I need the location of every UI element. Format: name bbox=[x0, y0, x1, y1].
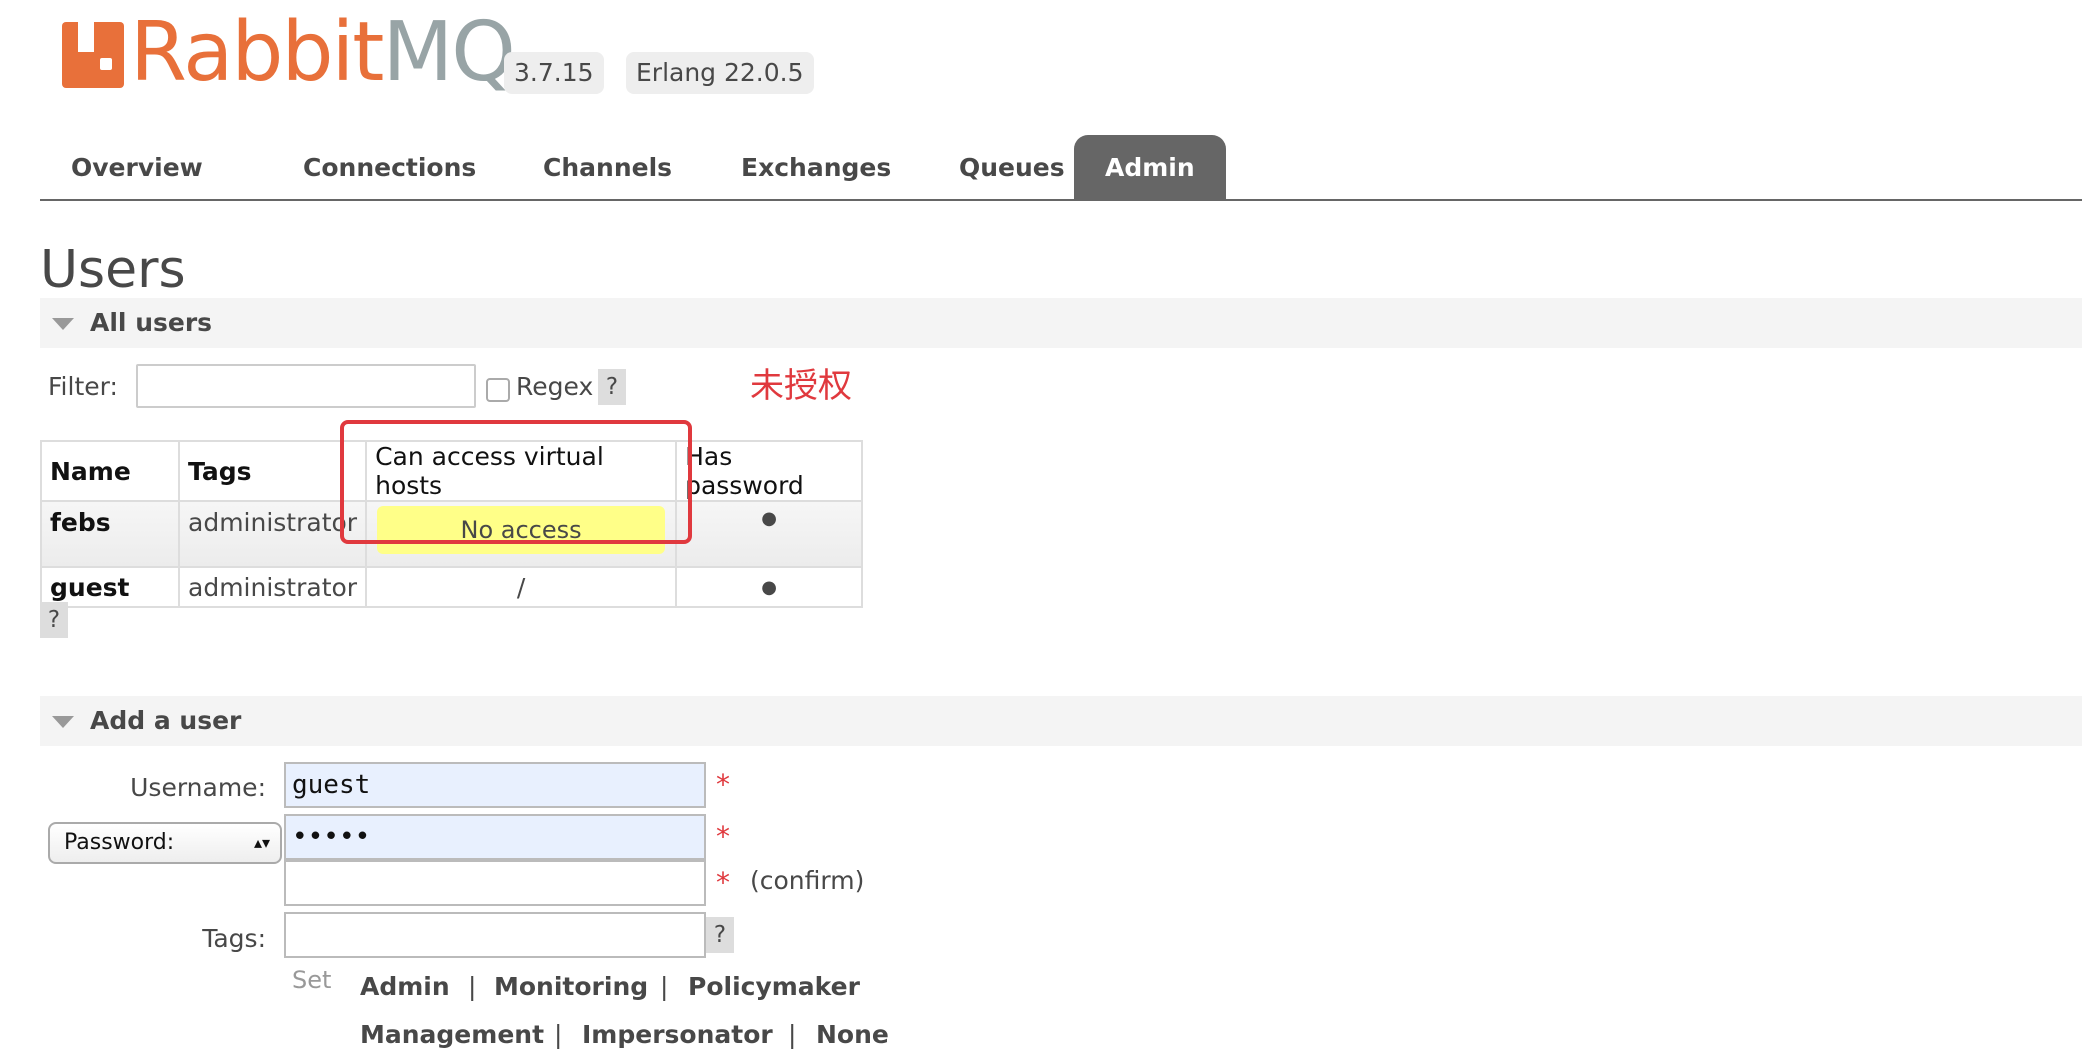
required-marker: * bbox=[716, 866, 730, 899]
filter-help-button[interactable]: ? bbox=[598, 369, 626, 405]
column-header-name[interactable]: Name bbox=[40, 440, 180, 502]
password-confirm-field[interactable] bbox=[284, 860, 706, 906]
page-title: Users bbox=[40, 240, 186, 300]
separator: | bbox=[468, 972, 477, 1001]
add-user-section-label: Add a user bbox=[90, 706, 242, 735]
annotation-highlight-box bbox=[340, 420, 692, 544]
separator: | bbox=[554, 1020, 563, 1049]
tag-option-none[interactable]: None bbox=[816, 1020, 889, 1049]
rabbitmq-logo-icon bbox=[62, 22, 124, 88]
user-name-link[interactable]: febs bbox=[40, 500, 180, 568]
tab-queues[interactable]: Queues bbox=[928, 135, 1096, 199]
main-nav-tabs: Overview Connections Channels Exchanges … bbox=[40, 135, 2082, 201]
tag-option-admin[interactable]: Admin bbox=[360, 972, 450, 1001]
username-label: Username: bbox=[130, 773, 266, 802]
all-users-section-label: All users bbox=[90, 308, 213, 337]
table-help-button[interactable]: ? bbox=[40, 602, 68, 638]
filter-label: Filter: bbox=[48, 372, 118, 401]
tag-option-management[interactable]: Management bbox=[360, 1020, 544, 1049]
password-field[interactable]: ••••• bbox=[284, 814, 706, 860]
erlang-version-badge: Erlang 22.0.5 bbox=[626, 52, 814, 94]
has-password-indicator: ● bbox=[675, 566, 864, 608]
user-tags: administrator bbox=[177, 500, 368, 568]
username-field[interactable]: guest bbox=[284, 762, 706, 808]
all-users-section-header[interactable]: All users bbox=[40, 298, 2082, 348]
table-row: guest administrator / ● bbox=[40, 566, 864, 608]
tab-connections[interactable]: Connections bbox=[272, 135, 507, 199]
unauthorized-annotation: 未授权 bbox=[750, 366, 852, 406]
tags-help-button[interactable]: ? bbox=[706, 917, 734, 953]
required-marker: * bbox=[716, 768, 730, 801]
user-vhosts: / bbox=[365, 566, 678, 608]
collapse-triangle-icon bbox=[52, 716, 74, 728]
tab-overview[interactable]: Overview bbox=[40, 135, 234, 199]
regex-label: Regex bbox=[516, 372, 594, 401]
tags-field[interactable] bbox=[284, 912, 706, 958]
has-password-indicator: ● bbox=[675, 500, 864, 568]
set-label: Set bbox=[292, 966, 332, 994]
collapse-triangle-icon bbox=[52, 318, 74, 330]
user-tags: administrator bbox=[177, 566, 368, 608]
tab-exchanges[interactable]: Exchanges bbox=[710, 135, 922, 199]
tag-option-monitoring[interactable]: Monitoring bbox=[494, 972, 648, 1001]
password-type-select[interactable]: Password: ▴▾ bbox=[48, 822, 282, 864]
tab-admin[interactable]: Admin bbox=[1074, 135, 1226, 199]
column-header-has-password: Has password bbox=[675, 440, 864, 502]
required-marker: * bbox=[716, 820, 730, 853]
user-name-link[interactable]: guest bbox=[40, 566, 180, 608]
separator: | bbox=[660, 972, 669, 1001]
separator: | bbox=[788, 1020, 797, 1049]
tab-channels[interactable]: Channels bbox=[512, 135, 703, 199]
add-user-section-header[interactable]: Add a user bbox=[40, 696, 2082, 746]
filter-input[interactable] bbox=[136, 364, 476, 408]
tags-label: Tags: bbox=[202, 924, 266, 953]
tag-option-impersonator[interactable]: Impersonator bbox=[582, 1020, 773, 1049]
version-badge: 3.7.15 bbox=[504, 52, 604, 94]
tag-option-policymaker[interactable]: Policymaker bbox=[688, 972, 860, 1001]
password-select-value: Password: bbox=[64, 830, 175, 855]
logo-wordmark: RabbitMQ bbox=[130, 5, 516, 100]
regex-checkbox[interactable] bbox=[486, 378, 510, 402]
rabbitmq-logo[interactable]: RabbitMQ TM bbox=[62, 5, 531, 100]
select-arrows-icon: ▴▾ bbox=[253, 833, 270, 852]
column-header-tags[interactable]: Tags bbox=[177, 440, 368, 502]
confirm-label: (confirm) bbox=[750, 866, 865, 895]
